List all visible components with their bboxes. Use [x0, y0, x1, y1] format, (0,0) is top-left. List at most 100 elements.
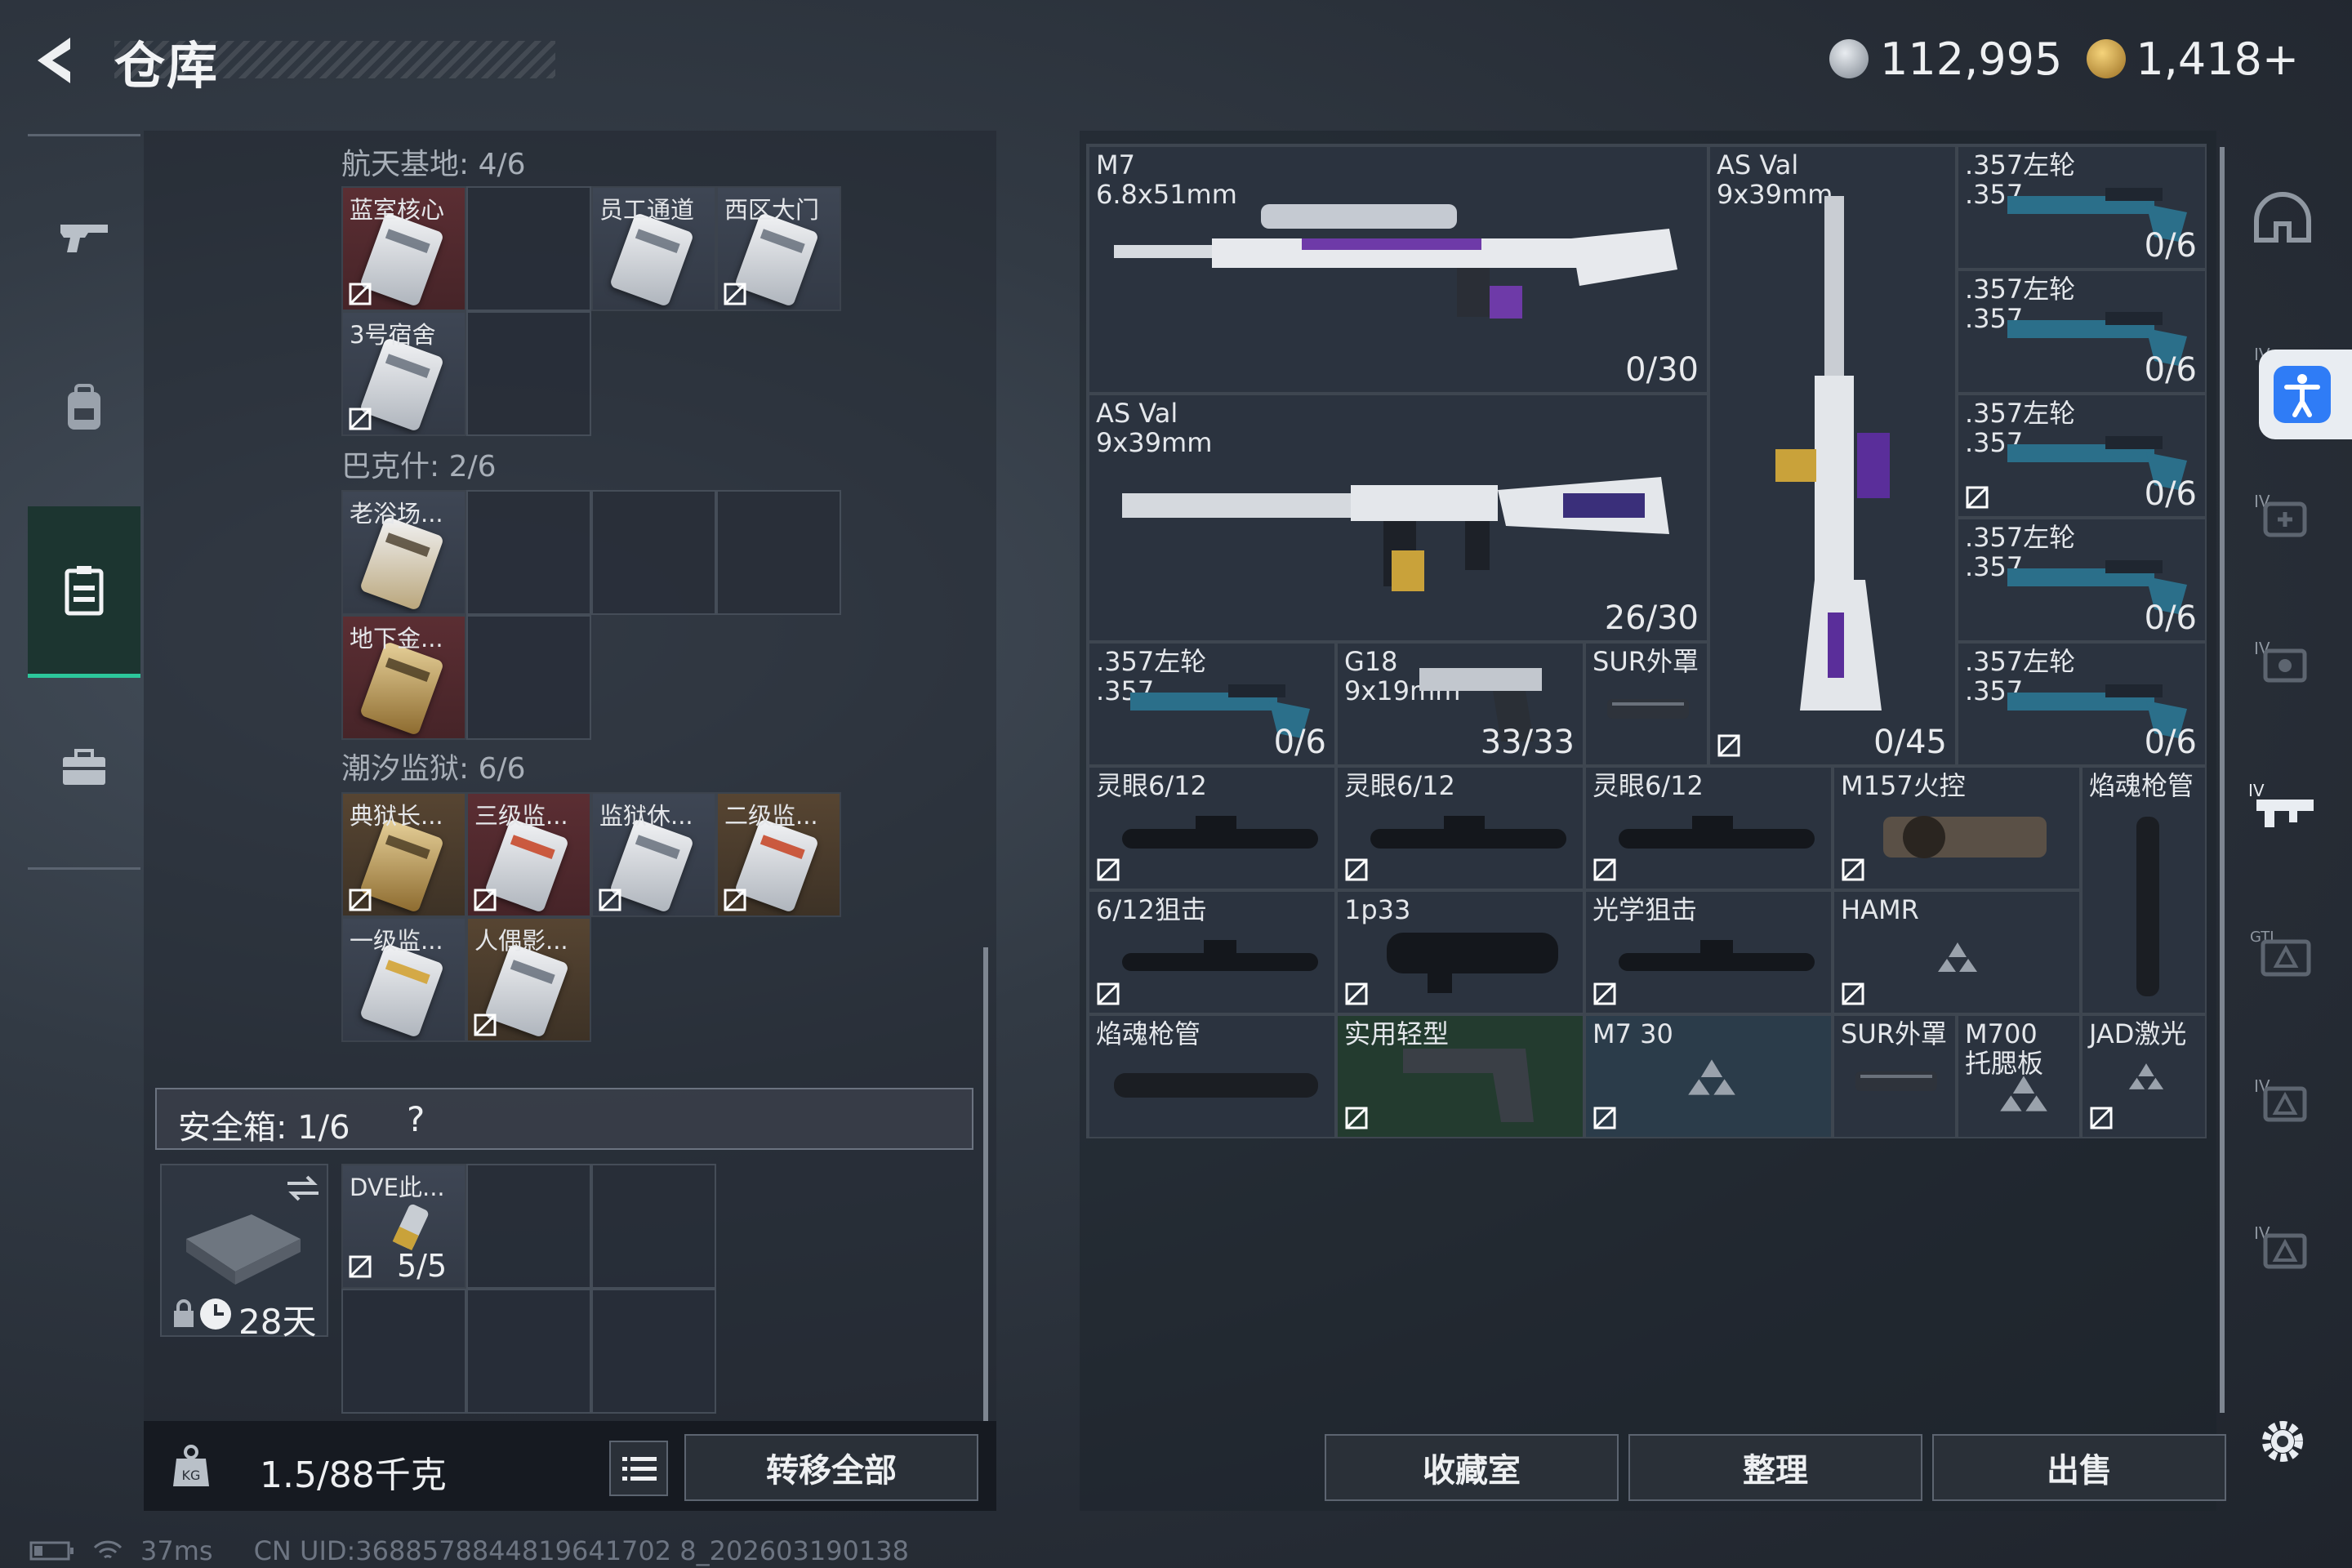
laser-jad[interactable]: JAD激光 — [2081, 1014, 2207, 1138]
empty-slot[interactable] — [466, 1164, 591, 1289]
keycard-item[interactable]: 一级监... — [341, 917, 466, 1042]
scope-lingyan[interactable]: 灵眼6/12 — [1584, 766, 1833, 890]
barrel-yanhun[interactable]: 焰魂枪管 — [2081, 766, 2207, 1014]
status-bar: 37ms CN UID:3688578844819641702 8_202603… — [29, 1535, 909, 1566]
svg-text:IV: IV — [2254, 492, 2270, 511]
stim-item[interactable]: DVE此... 5/5 — [341, 1164, 466, 1289]
fire-control-icon — [1883, 816, 2047, 858]
scope-optical-sniper[interactable]: 光学狙击 — [1584, 890, 1833, 1014]
weapon-icon — [60, 225, 108, 252]
empty-slot[interactable] — [591, 490, 716, 615]
nav-briefcase[interactable] — [28, 686, 140, 849]
swap-icon[interactable] — [284, 1172, 322, 1205]
tab-case-iv-2[interactable]: IV — [2238, 1200, 2328, 1290]
scope-icon — [1619, 940, 1815, 971]
empty-slot[interactable] — [466, 186, 591, 311]
safe-box-header[interactable]: 安全箱: 1/6 ? — [155, 1088, 973, 1150]
keycard-item[interactable]: 蓝室核心 — [341, 186, 466, 311]
weapon-revolver[interactable]: .357左轮 .357 0/6 — [1957, 642, 2207, 766]
tab-helmet[interactable] — [2238, 175, 2328, 265]
keycard-item[interactable]: 员工通道 — [591, 186, 716, 311]
keycard-item[interactable]: 二级监... — [716, 792, 841, 917]
empty-slot[interactable] — [466, 490, 591, 615]
empty-slot[interactable] — [716, 490, 841, 615]
back-arrow-icon[interactable] — [28, 33, 80, 88]
list-view-button[interactable] — [609, 1441, 668, 1496]
fire-control-m157[interactable]: M157火控 — [1833, 766, 2081, 890]
accessibility-button[interactable] — [2259, 350, 2352, 439]
keycard-item[interactable]: 西区大门 — [716, 186, 841, 311]
keycard-item[interactable]: 人偶影... — [466, 917, 591, 1042]
keycard-item[interactable]: 老浴场... — [341, 490, 466, 615]
tab-rig-iv[interactable]: IV — [2238, 616, 2328, 706]
weapon-revolver[interactable]: .357左轮 .357 0/6 — [1957, 270, 2207, 394]
weight-icon: KG — [173, 1445, 209, 1486]
no-trade-icon — [349, 889, 372, 911]
weapon-g18[interactable]: G18 9x19mm 33/33 — [1336, 642, 1584, 766]
no-trade-icon — [349, 408, 372, 430]
no-trade-icon — [474, 889, 497, 911]
sell-button[interactable]: 出售 — [1932, 1434, 2226, 1501]
tab-case-iv[interactable]: IV — [2238, 1054, 2328, 1143]
left-scrollbar[interactable] — [983, 947, 988, 1421]
nav-divider-top — [28, 134, 140, 136]
weapon-m7[interactable]: M7 6.8x51mm 0/30 — [1088, 145, 1708, 394]
no-trade-icon — [724, 889, 746, 911]
keycard-item[interactable]: 三级监... — [466, 792, 591, 917]
rig-iv-icon: IV — [2254, 639, 2307, 683]
scope-lingyan[interactable]: 灵眼6/12 — [1336, 766, 1584, 890]
settings-button[interactable] — [2238, 1396, 2328, 1486]
briefcase-icon — [63, 749, 105, 785]
transfer-all-button[interactable]: 转移全部 — [684, 1434, 978, 1501]
empty-slot[interactable] — [466, 615, 591, 740]
nav-backpack[interactable] — [28, 327, 140, 490]
weapon-as-val-vertical[interactable]: AS Val 9x39mm 0/45 — [1708, 145, 1957, 766]
keycard-item[interactable]: 3号宿舍 — [341, 311, 466, 436]
no-trade-icon — [1097, 982, 1120, 1005]
attachment-sur-cover[interactable]: SUR外罩 — [1584, 642, 1708, 766]
stock-light[interactable]: 实用轻型 — [1336, 1014, 1584, 1138]
weapon-revolver[interactable]: .357左轮 .357 0/6 — [1088, 642, 1336, 766]
no-trade-icon — [1717, 734, 1740, 757]
attachment-sur-cover[interactable]: SUR外罩 — [1833, 1014, 1957, 1138]
nav-storage[interactable] — [28, 506, 140, 678]
scope-lingyan[interactable]: 灵眼6/12 — [1088, 766, 1336, 890]
scope-hamr[interactable]: HAMR — [1833, 890, 2081, 1014]
weapon-as-val[interactable]: AS Val 9x39mm 26/30 — [1088, 394, 1708, 642]
empty-slot[interactable] — [466, 1289, 591, 1414]
keycard-item[interactable]: 典狱长... — [341, 792, 466, 917]
ping-readout: 37ms — [140, 1535, 213, 1566]
weapon-revolver[interactable]: .357左轮 .357 0/6 — [1957, 394, 2207, 518]
sort-button[interactable]: 整理 — [1628, 1434, 1922, 1501]
empty-slot[interactable] — [591, 1164, 716, 1289]
right-scrollbar[interactable] — [2220, 147, 2225, 1413]
keycard-item[interactable]: 监狱休... — [591, 792, 716, 917]
case-iv-icon: IV — [2254, 1076, 2307, 1122]
tab-gti[interactable]: GTI — [2238, 906, 2328, 996]
storage-grid: M7 6.8x51mm 0/30 AS Val 9x39mm 0/45 .357… — [1086, 144, 2207, 1138]
no-trade-icon — [1345, 858, 1368, 881]
nav-weapon[interactable] — [28, 155, 140, 318]
keycard-item[interactable]: 地下金... — [341, 615, 466, 740]
placeholder-triangle-icon — [2128, 1063, 2164, 1089]
currency-gold[interactable]: 1,418+ — [2136, 33, 2299, 85]
placeholder-triangle-icon — [2000, 1076, 2047, 1111]
rifle-icon — [1122, 477, 1669, 591]
empty-slot[interactable] — [466, 311, 591, 436]
scope-1p33[interactable]: 1p33 — [1336, 890, 1584, 1014]
help-icon[interactable]: ? — [407, 1099, 425, 1139]
empty-slot[interactable] — [591, 1289, 716, 1414]
weapon-revolver[interactable]: .357左轮 .357 0/6 — [1957, 145, 2207, 270]
weight-readout: 1.5/88千克 — [260, 1454, 447, 1496]
collection-room-button[interactable]: 收藏室 — [1325, 1434, 1619, 1501]
barrel-yanhun[interactable]: 焰魂枪管 — [1088, 1014, 1336, 1138]
magazine-m7-30[interactable]: M7 30 — [1584, 1014, 1833, 1138]
empty-slot[interactable] — [341, 1289, 466, 1414]
cheek-rest-m700[interactable]: M700 托腮板 — [1957, 1014, 2081, 1138]
tab-weapon-iv[interactable]: IV — [2238, 760, 2328, 849]
case-iv-icon-2: IV — [2254, 1223, 2307, 1269]
weapon-revolver[interactable]: .357左轮 .357 0/6 — [1957, 518, 2207, 642]
tab-backpack-iv[interactable]: IV — [2238, 469, 2328, 559]
safe-box[interactable]: 28天 — [160, 1164, 328, 1342]
scope-sniper-612[interactable]: 6/12狙击 — [1088, 890, 1336, 1014]
